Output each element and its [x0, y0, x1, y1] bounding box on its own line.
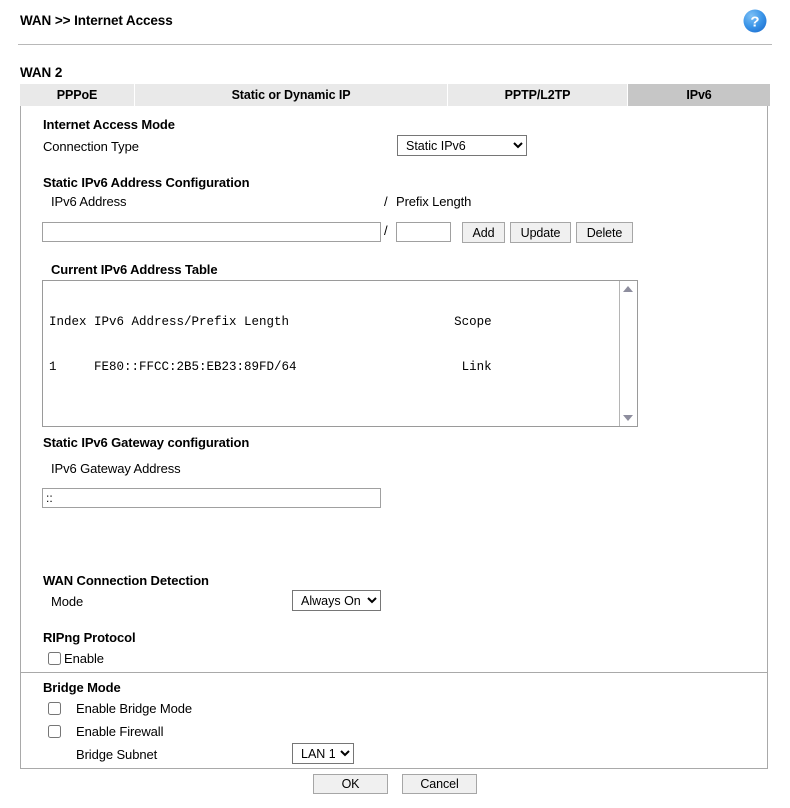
add-button[interactable]: Add	[462, 222, 505, 243]
connection-type-label: Connection Type	[43, 139, 139, 154]
cancel-button[interactable]: Cancel	[402, 774, 477, 794]
svg-text:?: ?	[750, 14, 759, 31]
current-ipv6-address-table: Index IPv6 Address/Prefix Length Scope 1…	[42, 280, 638, 427]
bridge-mode-panel: Bridge Mode Enable Bridge Mode Enable Fi…	[20, 672, 768, 769]
current-ipv6-address-table-title: Current IPv6 Address Table	[51, 262, 218, 277]
ripng-enable-label: Enable	[64, 651, 104, 666]
tab-static-or-dynamic-ip[interactable]: Static or Dynamic IP	[135, 84, 448, 106]
connection-type-select[interactable]: Static IPv6	[397, 135, 527, 156]
wan-connection-detection-title: WAN Connection Detection	[43, 573, 209, 588]
table-row: 1 FE80::FFCC:2B5:EB23:89FD/64 Link	[49, 360, 492, 374]
ripng-enable-checkbox[interactable]	[48, 652, 61, 665]
address-table-content: Index IPv6 Address/Prefix Length Scope 1…	[43, 281, 619, 426]
delete-button[interactable]: Delete	[576, 222, 633, 243]
wan-detection-mode-label: Mode	[51, 594, 84, 609]
update-button[interactable]: Update	[510, 222, 571, 243]
static-ipv6-gateway-config-title: Static IPv6 Gateway configuration	[43, 435, 250, 450]
bridge-mode-title: Bridge Mode	[43, 680, 121, 695]
address-prefix-separator: /	[384, 194, 388, 209]
scroll-up-arrow-icon[interactable]	[623, 286, 633, 292]
header-divider	[18, 44, 772, 45]
ipv6-gateway-address-label: IPv6 Gateway Address	[51, 461, 181, 476]
wan-detection-mode-select[interactable]: Always On	[292, 590, 381, 611]
prefix-length-label: Prefix Length	[396, 194, 472, 209]
enable-bridge-mode-checkbox[interactable]	[48, 702, 61, 715]
address-table-scrollbar[interactable]	[619, 281, 637, 426]
scroll-down-arrow-icon[interactable]	[623, 415, 633, 421]
bridge-subnet-label: Bridge Subnet	[76, 747, 158, 762]
input-separator-slash: /	[384, 223, 388, 238]
enable-bridge-mode-label: Enable Bridge Mode	[76, 701, 192, 716]
breadcrumb: WAN >> Internet Access	[20, 13, 173, 28]
tab-pptp-l2tp[interactable]: PPTP/L2TP	[448, 84, 628, 106]
ripng-protocol-title: RIPng Protocol	[43, 630, 136, 645]
tab-pppoe[interactable]: PPPoE	[20, 84, 135, 106]
ipv6-address-label: IPv6 Address	[51, 194, 127, 209]
footer-actions: OK Cancel	[0, 774, 790, 804]
tab-bar: PPPoE Static or Dynamic IP PPTP/L2TP IPv…	[20, 84, 770, 106]
tab-ipv6[interactable]: IPv6	[628, 84, 770, 106]
ok-button[interactable]: OK	[313, 774, 388, 794]
settings-panel: Internet Access Mode Connection Type Sta…	[20, 106, 768, 678]
internet-access-mode-title: Internet Access Mode	[43, 117, 175, 132]
prefix-length-input[interactable]	[396, 222, 451, 242]
page-header: WAN >> Internet Access ?	[0, 0, 790, 45]
enable-firewall-checkbox[interactable]	[48, 725, 61, 738]
help-question-icon[interactable]: ?	[742, 8, 768, 34]
wan-label: WAN 2	[20, 65, 63, 80]
table-header-row: Index IPv6 Address/Prefix Length Scope	[49, 315, 492, 329]
bridge-subnet-select[interactable]: LAN 1	[292, 743, 354, 764]
ipv6-gateway-address-input[interactable]	[42, 488, 381, 508]
enable-firewall-label: Enable Firewall	[76, 724, 164, 739]
static-ipv6-address-config-title: Static IPv6 Address Configuration	[43, 175, 250, 190]
ipv6-address-input[interactable]	[42, 222, 381, 242]
